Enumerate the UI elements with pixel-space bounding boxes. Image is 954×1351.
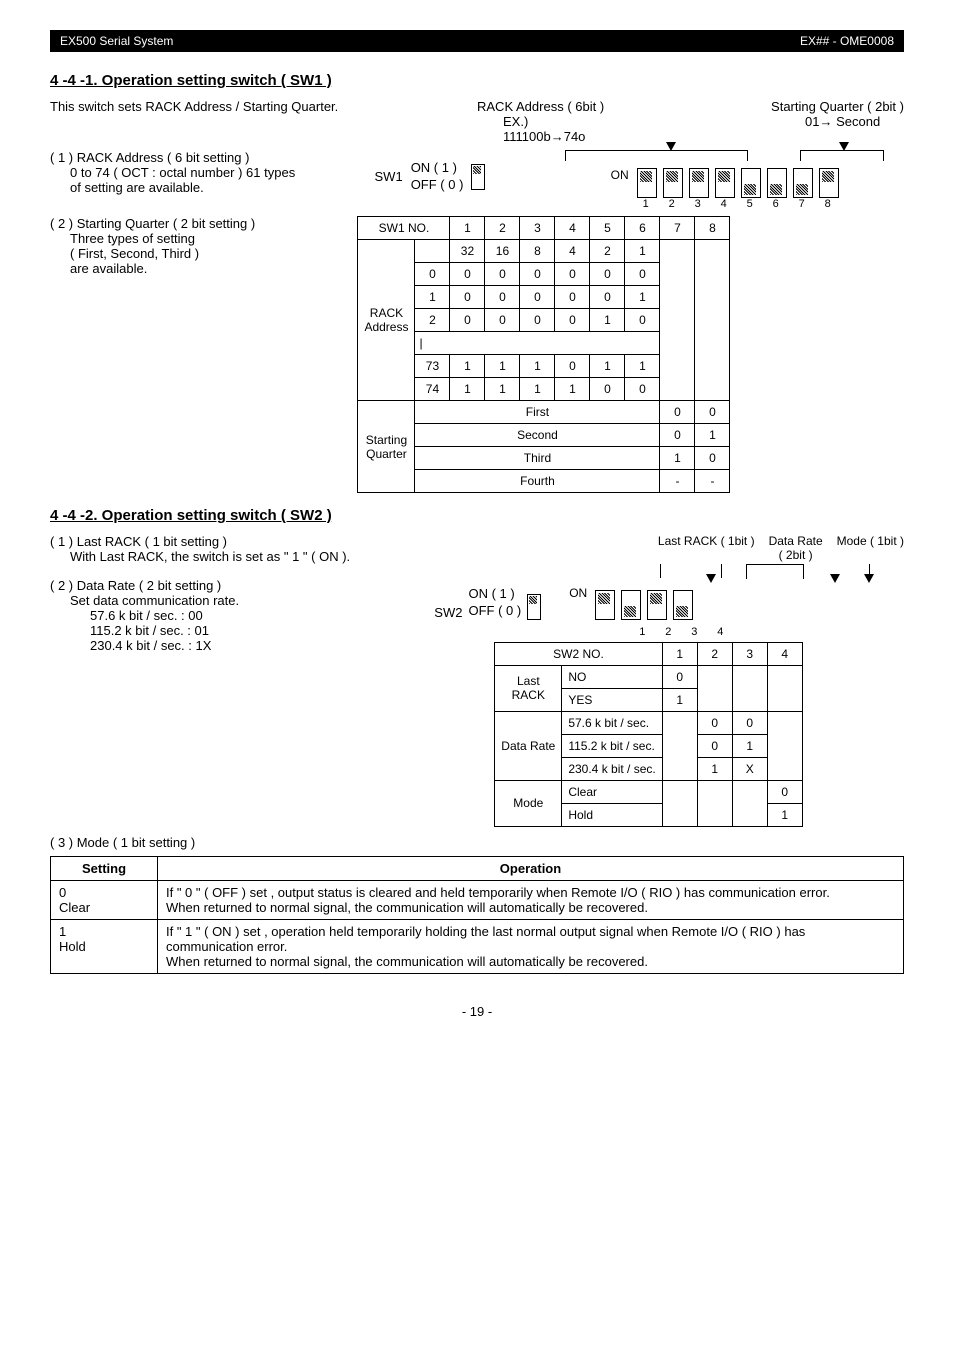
arrow-down-icon	[706, 574, 716, 583]
sw2-dip-3[interactable]	[647, 590, 667, 620]
sw2-item1-b: With Last RACK, the switch is set as " 1…	[70, 549, 434, 564]
settings-row2-op: If " 1 " ( ON ) set , operation held tem…	[158, 919, 904, 973]
sw1-legend-switch-icon	[471, 164, 485, 190]
sw1-dip-numbers: 1234 5678	[636, 198, 838, 210]
sw1-item2-c: ( First, Second, Third )	[70, 246, 357, 261]
sw2-last-rack-label: Last RACK ( 1bit )	[658, 534, 755, 562]
dip-switch-6[interactable]	[767, 168, 787, 198]
dip-switch-7[interactable]	[793, 168, 813, 198]
sw2-dip-2[interactable]	[621, 590, 641, 620]
dip-switch-8[interactable]	[819, 168, 839, 198]
page: EX500 Serial System EX## - OME0008 4 -4 …	[0, 0, 954, 1049]
sw2-truth-table: SW2 NO. 1234 Last RACK NO0 YES1 Data Rat…	[494, 642, 802, 827]
sw1-dip-on: ON	[611, 168, 629, 182]
sw1-truth-table: SW1 NO. 1234 5678 RACK Address 32168 421…	[357, 216, 730, 493]
settings-header-setting: Setting	[51, 856, 158, 880]
sw2-dip-1[interactable]	[595, 590, 615, 620]
sw2-label: SW2	[434, 605, 462, 620]
section-441-title: 4 -4 -1. Operation setting switch ( SW1 …	[50, 72, 904, 89]
starting-quarter-label: Starting Quarter ( 2bit ) 01→ Second	[771, 99, 904, 144]
arrow-down-icon	[864, 574, 874, 583]
sw2-dip-4[interactable]	[673, 590, 693, 620]
dip-switch-3[interactable]	[689, 168, 709, 198]
dip-switch-5[interactable]	[741, 168, 761, 198]
sw1-item1-b: 0 to 74 ( OCT : octal number ) 61 types	[70, 165, 375, 180]
sw2-on-label: ON ( 1 )	[468, 586, 521, 603]
sw1-item2-b: Three types of setting	[70, 231, 357, 246]
sw2-dip-numbers: 1234	[632, 626, 904, 638]
sw2-dip-on: ON	[569, 586, 587, 600]
sw1-item2-d: are available.	[70, 261, 357, 276]
header-bar: EX500 Serial System EX## - OME0008	[50, 30, 904, 52]
arrow-down-icon	[830, 574, 840, 583]
sw2-rate1: 57.6 k bit / sec. : 00	[90, 608, 434, 623]
sw1-label: SW1	[375, 169, 403, 184]
mode-settings-table: Setting Operation 0 Clear If " 0 " ( OFF…	[50, 856, 904, 974]
header-left: EX500 Serial System	[60, 34, 173, 48]
arrow-down-icon	[666, 142, 676, 151]
dip-switch-1[interactable]	[637, 168, 657, 198]
dip-switch-2[interactable]	[663, 168, 683, 198]
sw2-data-rate-label: Data Rate ( 2bit )	[769, 534, 823, 562]
sw2-rate3: 230.4 k bit / sec. : 1X	[90, 638, 434, 653]
sw2-legend-switch-icon	[527, 594, 541, 620]
settings-row1-op: If " 0 " ( OFF ) set , output status is …	[158, 880, 904, 919]
dip-switch-4[interactable]	[715, 168, 735, 198]
sw2-off-label: OFF ( 0 )	[468, 603, 521, 620]
sw1-off-label: OFF ( 0 )	[411, 177, 464, 194]
sw2-item3: ( 3 ) Mode ( 1 bit setting )	[50, 835, 904, 850]
sw1-item2-a: ( 2 ) Starting Quarter ( 2 bit setting )	[50, 216, 357, 231]
settings-header-operation: Operation	[158, 856, 904, 880]
sw1-item1-a: ( 1 ) RACK Address ( 6 bit setting )	[50, 150, 375, 165]
sw2-mode-label: Mode ( 1bit )	[837, 534, 904, 562]
arrow-down-icon	[839, 142, 849, 151]
sw1-dip-row: ON	[611, 168, 839, 198]
sw2-item1-a: ( 1 ) Last RACK ( 1 bit setting )	[50, 534, 434, 549]
header-right: EX## - OME0008	[800, 34, 894, 48]
settings-row2-setting: 1 Hold	[51, 919, 158, 973]
settings-row1-setting: 0 Clear	[51, 880, 158, 919]
page-number: - 19 -	[50, 1004, 904, 1019]
sw2-item2-b: Set data communication rate.	[70, 593, 434, 608]
sw1-item1-c: of setting are available.	[70, 180, 375, 195]
sw1-on-label: ON ( 1 )	[411, 160, 464, 177]
section-442-title: 4 -4 -2. Operation setting switch ( SW2 …	[50, 507, 904, 524]
sw1-intro: This switch sets RACK Address / Starting…	[50, 99, 477, 114]
rack-address-label: RACK Address ( 6bit ) EX.)111100b→74o	[477, 99, 604, 144]
sw2-item2-a: ( 2 ) Data Rate ( 2 bit setting )	[50, 578, 434, 593]
sw2-rate2: 115.2 k bit / sec. : 01	[90, 623, 434, 638]
